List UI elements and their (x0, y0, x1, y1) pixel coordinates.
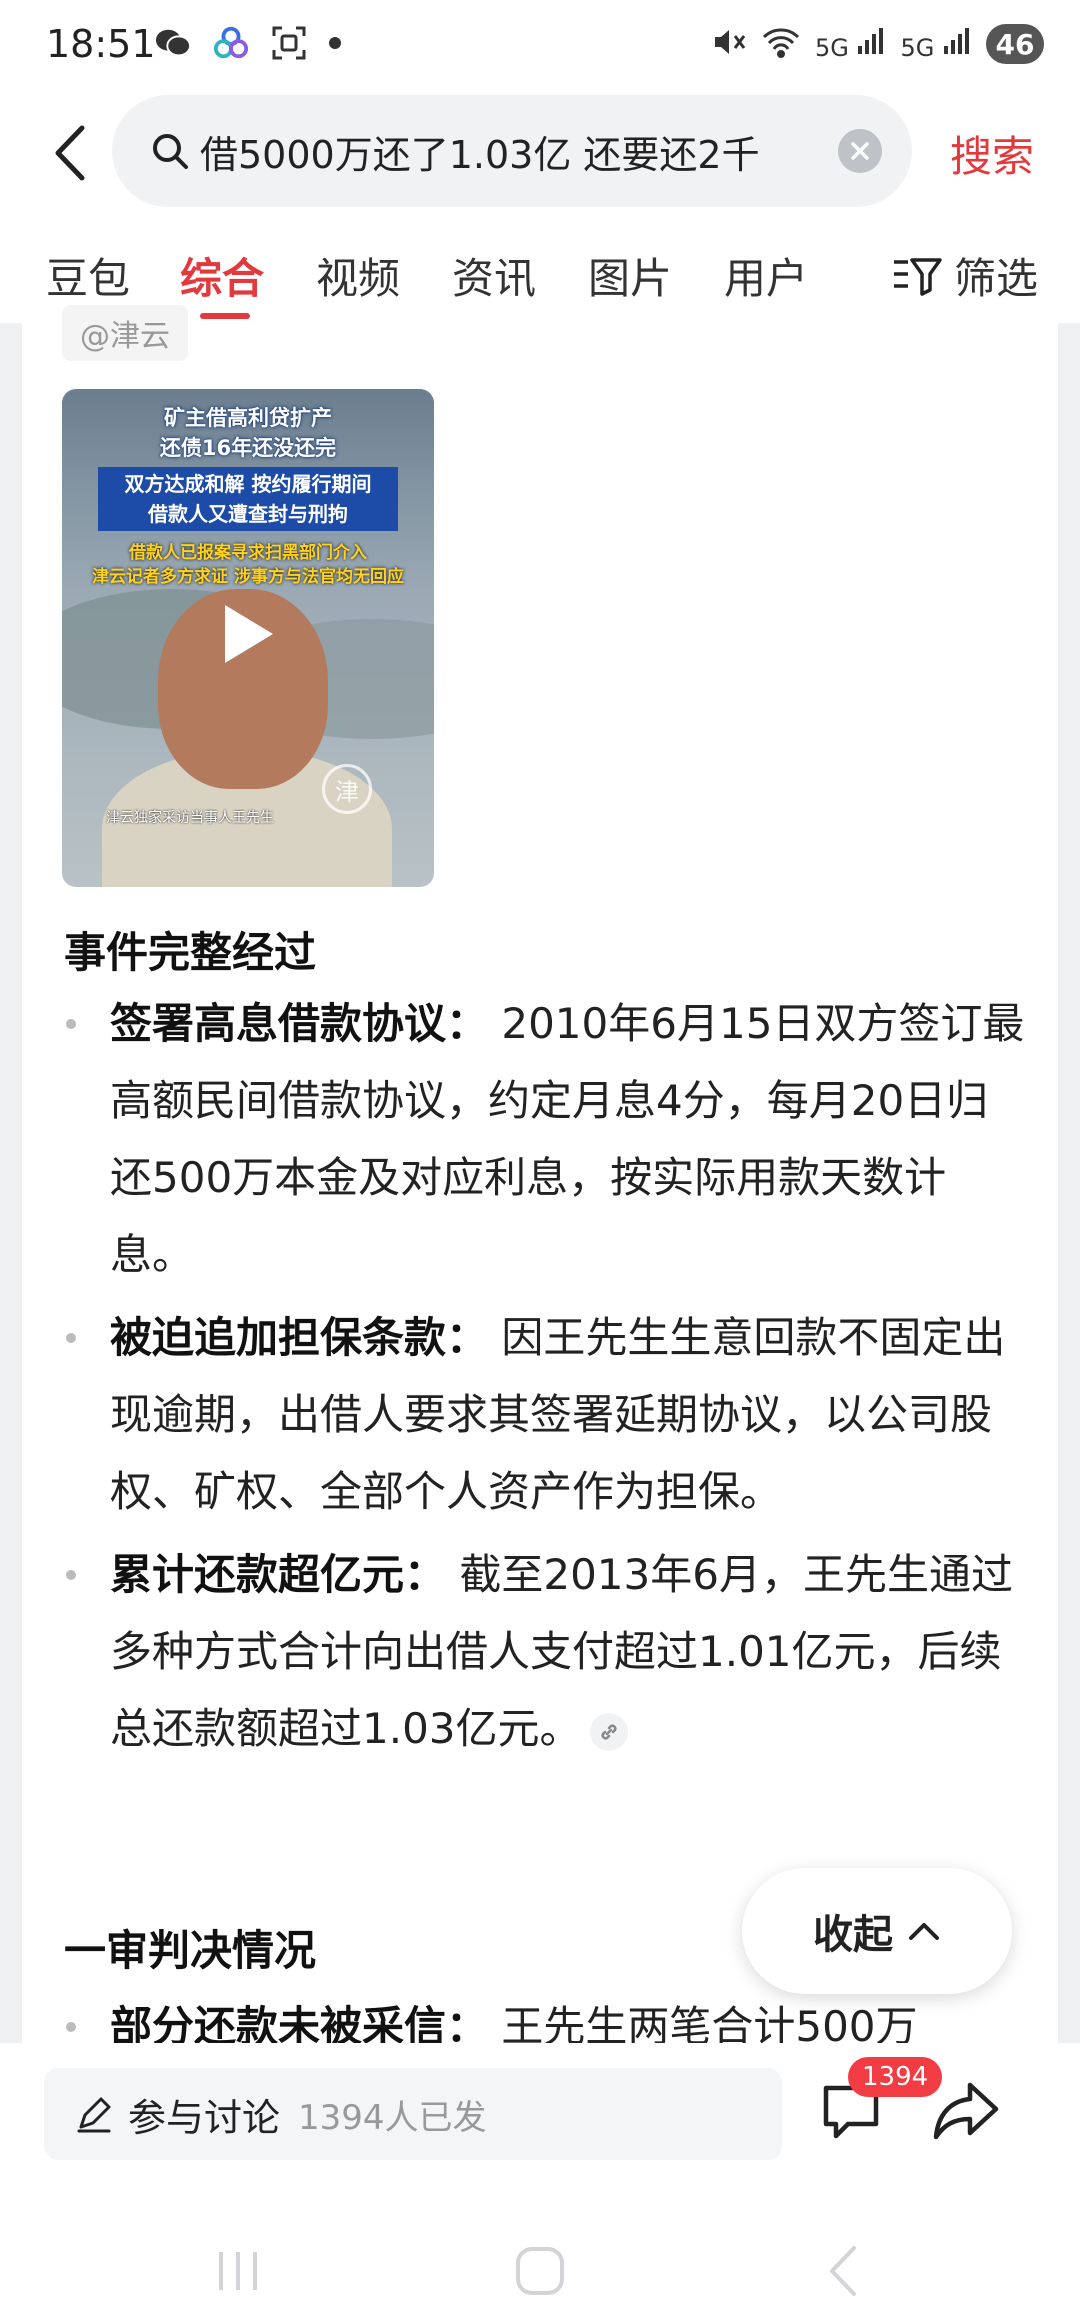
recent-apps-button[interactable] (208, 2241, 268, 2301)
home-button[interactable] (510, 2241, 570, 2301)
notification-icons (155, 26, 341, 60)
system-indicators: 5G 5G 46 (711, 24, 1044, 64)
scan-icon (271, 26, 307, 60)
play-icon (225, 605, 273, 663)
share-icon (933, 2082, 999, 2140)
app-rings-icon (213, 26, 249, 60)
list-item: 签署高息借款协议： 2010年6月15日双方签订最高额民间借款协议，约定月息4分… (22, 985, 1058, 1293)
tab-news[interactable]: 资讯 (452, 245, 536, 306)
video-thumbnail[interactable]: 矿主借高利贷扩产 还债16年还没还完 双方达成和解 按约履行期间 借款人又遭查封… (62, 389, 434, 887)
video-caption-box: 双方达成和解 按约履行期间 借款人又遭查封与刑拘 (98, 467, 398, 531)
bullet-icon (66, 1570, 76, 1580)
chevron-up-icon (909, 1923, 939, 1940)
wifi-icon (761, 25, 801, 63)
comment-label: 参与讨论 (128, 2095, 281, 2140)
tab-doubao[interactable]: 豆包 (46, 245, 130, 306)
list-item-label: 签署高息借款协议： (110, 999, 489, 1048)
system-back-button[interactable] (812, 2241, 872, 2301)
back-button[interactable] (40, 113, 100, 193)
tab-comprehensive[interactable]: 综合 (180, 245, 264, 306)
recent-apps-icon (219, 2252, 257, 2290)
clear-search-button[interactable] (838, 129, 882, 173)
broadcaster-logo: 津 (322, 764, 372, 814)
list-item-label: 被迫追加担保条款： (110, 1313, 489, 1362)
bullet-icon (66, 1019, 76, 1029)
mute-icon (711, 25, 747, 63)
list-item: 被迫追加担保条款： 因王先生生意回款不固定出现逾期，出借人要求其签署延期协议，以… (22, 1299, 1058, 1530)
status-bar: 18:51 5G 5G 46 (0, 0, 1080, 95)
search-input[interactable]: 借5000万还了1.03亿 还要还2千 (112, 95, 912, 207)
back-arrow-icon (55, 125, 85, 181)
signal-2-indicator: 5G (900, 26, 972, 62)
close-icon (851, 142, 869, 160)
answer-card: @津云 矿主借高利贷扩产 还债16年还没还完 双方达成和解 按约履行期间 借款人… (22, 305, 1058, 2051)
comment-count-badge: 1394 (848, 2057, 943, 2097)
video-caption-subtitle: 借款人已报案寻求扫黑部门介入 津云记者多方求证 涉事方与法官均无回应 (62, 541, 434, 589)
status-time: 18:51 (46, 22, 156, 66)
active-tab-indicator (200, 313, 250, 319)
event-list: 签署高息借款协议： 2010年6月15日双方签订最高额民间借款协议，约定月息4分… (22, 985, 1058, 1767)
back-arrow-icon (830, 2246, 856, 2296)
signal-1-indicator: 5G (815, 26, 887, 62)
section-title: 一审判决情况 (64, 1926, 317, 1975)
filter-icon (893, 257, 942, 296)
list-item-label: 累计还款超亿元： (110, 1550, 447, 1599)
share-button[interactable] (930, 2073, 1004, 2147)
list-item: 累计还款超亿元： 截至2013年6月，王先生通过多种方式合计向出借人支付超过1.… (22, 1536, 1058, 1767)
bullet-icon (66, 2022, 76, 2032)
tab-video[interactable]: 视频 (316, 245, 400, 306)
video-caption-line: 津云记者多方求证 涉事方与法官均无回应 (92, 567, 404, 587)
video-caption-line: 双方达成和解 按约履行期间 (124, 472, 372, 496)
signal-bars-icon (944, 28, 969, 54)
wechat-icon (155, 26, 191, 60)
video-caption-line: 借款人已报案寻求扫黑部门介入 (129, 543, 367, 563)
video-interview-caption: 津云独家采访当事人王先生 (106, 810, 274, 826)
bullet-icon (66, 1333, 76, 1343)
search-button[interactable]: 搜索 (950, 123, 1034, 184)
filter-button[interactable]: 筛选 (892, 245, 1038, 306)
signal-bars-icon (858, 28, 884, 54)
search-icon (148, 129, 192, 173)
bottom-action-bar: 参与讨论 1394人已发 1394 (0, 2043, 1080, 2316)
reference-link-icon[interactable] (589, 1712, 628, 1751)
video-caption-line: 还债16年还没还完 (159, 436, 337, 460)
home-icon (516, 2247, 564, 2295)
section-title: 事件完整经过 (64, 928, 317, 977)
search-query[interactable]: 借5000万还了1.03亿 还要还2千 (200, 124, 810, 179)
system-navigation-bar (0, 2215, 1080, 2315)
tab-images[interactable]: 图片 (588, 245, 672, 306)
search-header: 借5000万还了1.03亿 还要还2千 搜索 (0, 95, 1080, 215)
collapse-label: 收起 (813, 1912, 893, 1958)
more-notifications-dot (329, 37, 341, 49)
collapse-button[interactable]: 收起 (742, 1868, 1012, 1994)
pen-icon (72, 2092, 116, 2136)
battery-indicator: 46 (986, 24, 1044, 64)
filter-label: 筛选 (953, 254, 1038, 303)
comment-count: 1394人已发 (298, 2097, 487, 2138)
source-tag[interactable]: @津云 (62, 305, 188, 361)
video-caption-line: 借款人又遭查封与刑拘 (148, 502, 348, 526)
play-button[interactable] (212, 599, 282, 669)
comment-input[interactable]: 参与讨论 1394人已发 (44, 2068, 782, 2160)
tab-users[interactable]: 用户 (724, 245, 808, 306)
video-caption-line: 矿主借高利贷扩产 (164, 406, 332, 430)
video-caption-title: 矿主借高利贷扩产 还债16年还没还完 (62, 403, 434, 463)
